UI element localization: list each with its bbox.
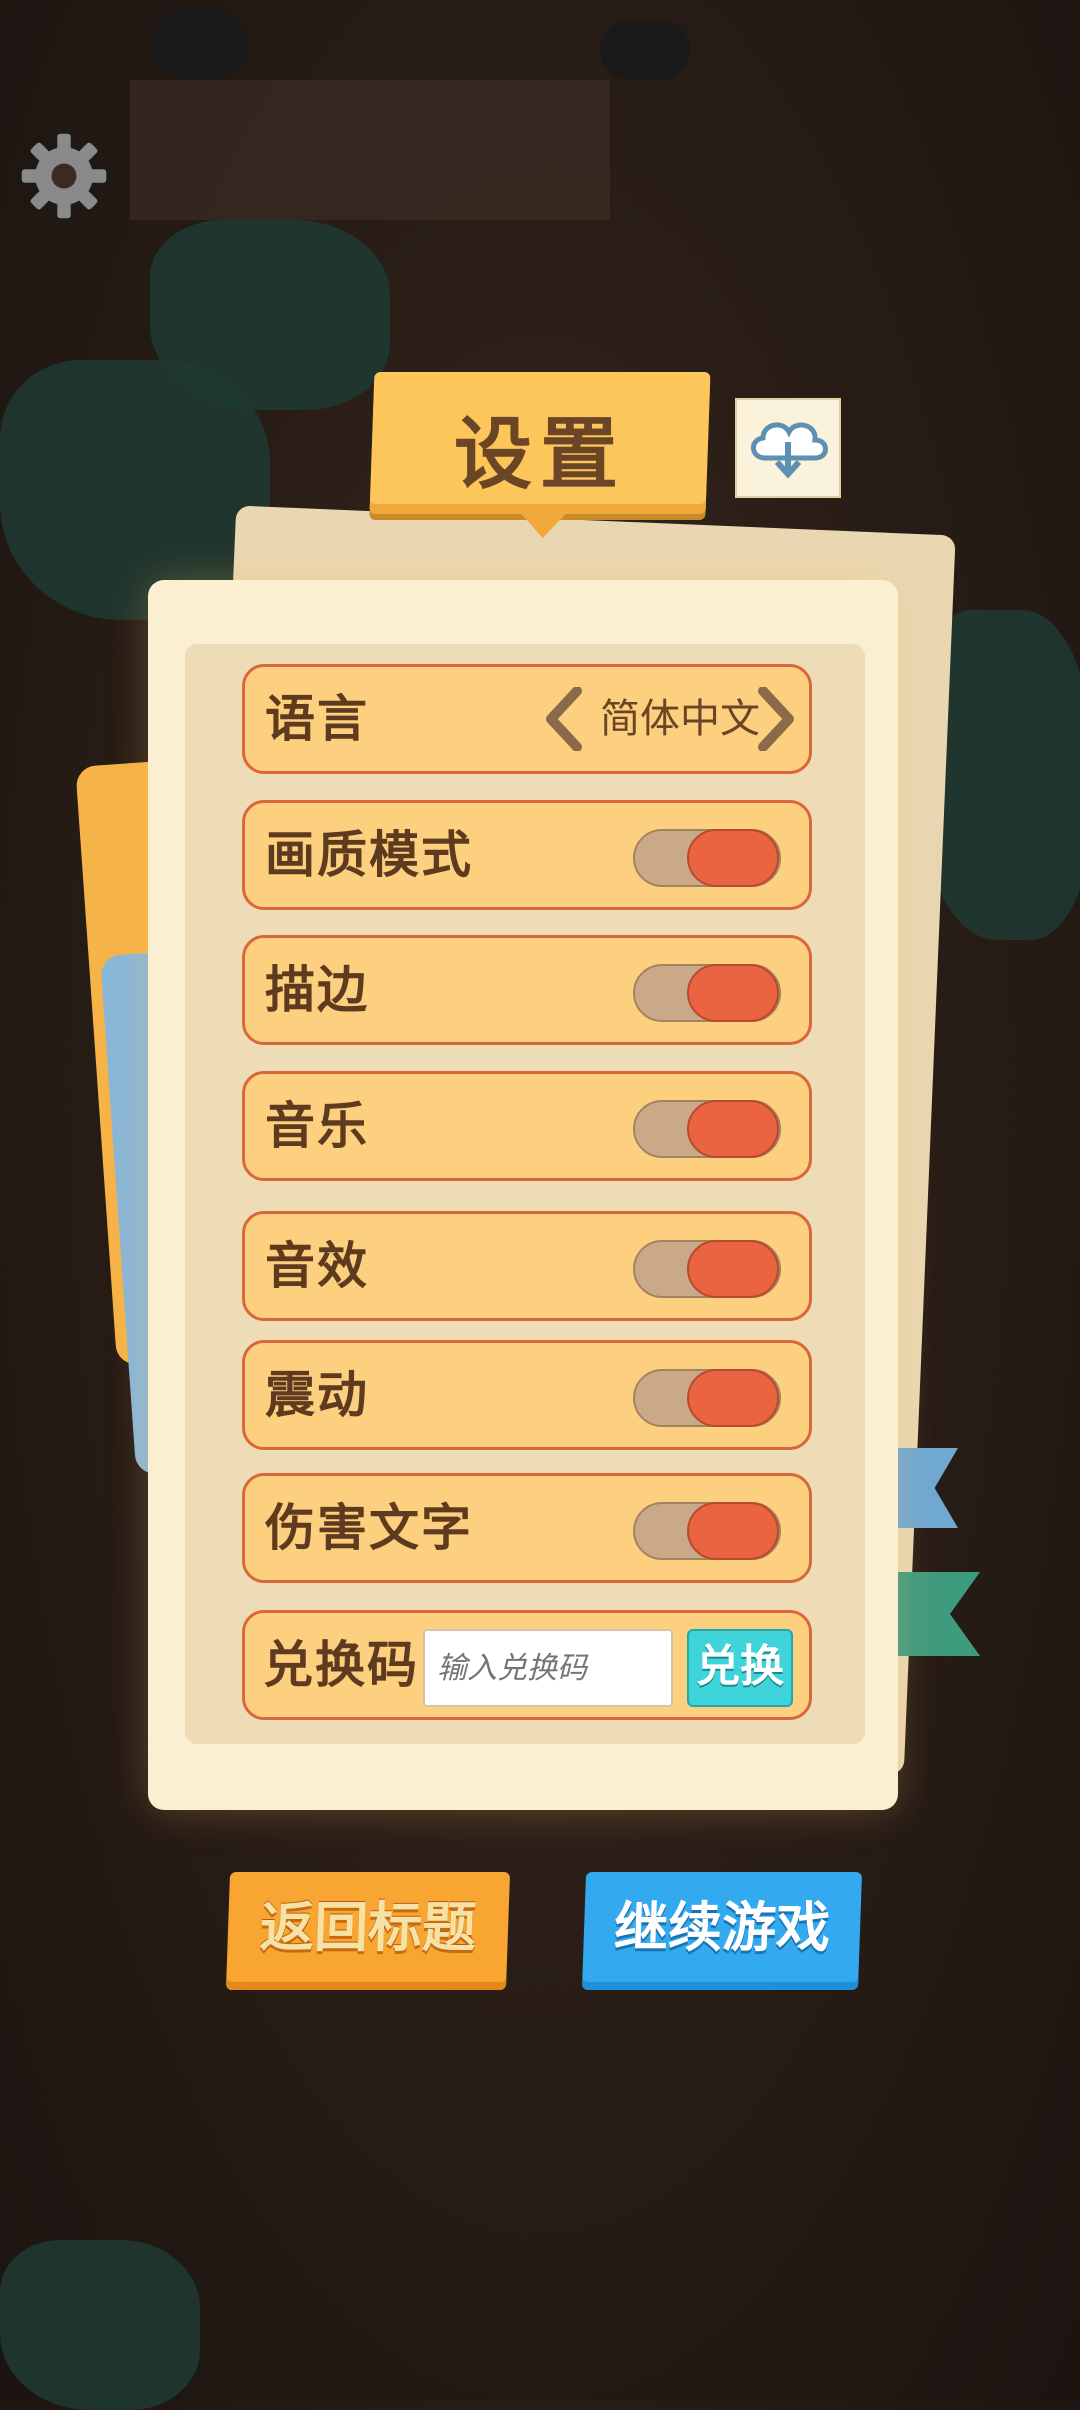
tire-decoration bbox=[600, 20, 690, 80]
sound-effects-label: 音效 bbox=[265, 1237, 369, 1295]
toggle-knob bbox=[687, 1502, 779, 1560]
toggle-knob bbox=[687, 829, 779, 887]
toggle-knob bbox=[687, 1369, 779, 1427]
damage-text-row: 伤害文字 bbox=[242, 1473, 812, 1583]
language-value: 简体中文 bbox=[600, 696, 760, 742]
sound-effects-row: 音效 bbox=[242, 1211, 812, 1321]
vibration-row: 震动 bbox=[242, 1340, 812, 1450]
redeem-button[interactable]: 兑换 bbox=[687, 1629, 793, 1707]
graphics-mode-toggle[interactable] bbox=[633, 829, 781, 887]
damage-text-label: 伤害文字 bbox=[265, 1499, 473, 1557]
toggle-knob bbox=[687, 964, 779, 1022]
graphics-mode-row: 画质模式 bbox=[242, 800, 812, 910]
redeem-code-label: 兑换码 bbox=[263, 1636, 419, 1694]
music-row: 音乐 bbox=[242, 1071, 812, 1181]
settings-gear-button[interactable] bbox=[16, 128, 112, 224]
graphics-mode-label: 画质模式 bbox=[265, 826, 473, 884]
gear-icon bbox=[21, 133, 107, 219]
outline-row: 描边 bbox=[242, 935, 812, 1045]
music-label: 音乐 bbox=[265, 1097, 369, 1155]
return-to-title-button[interactable]: 返回标题 bbox=[225, 1872, 511, 1990]
outline-toggle[interactable] bbox=[633, 964, 781, 1022]
toggle-knob bbox=[687, 1100, 779, 1158]
music-toggle[interactable] bbox=[633, 1100, 781, 1158]
toggle-knob bbox=[687, 1240, 779, 1298]
language-label: 语言 bbox=[265, 690, 369, 748]
redeem-code-row: 兑换码 兑换 bbox=[242, 1610, 812, 1720]
damage-text-toggle[interactable] bbox=[633, 1502, 781, 1560]
cloud-download-icon bbox=[751, 422, 828, 479]
vibration-label: 震动 bbox=[265, 1366, 369, 1424]
cloud-sync-button[interactable] bbox=[735, 398, 841, 498]
road-decoration bbox=[130, 80, 610, 220]
vibration-toggle[interactable] bbox=[633, 1369, 781, 1427]
sound-effects-toggle[interactable] bbox=[633, 1240, 781, 1298]
chevron-left-icon[interactable] bbox=[543, 687, 583, 751]
chevron-right-icon[interactable] bbox=[757, 687, 797, 751]
tire-decoration bbox=[150, 10, 250, 80]
outline-label: 描边 bbox=[265, 961, 369, 1019]
language-row: 语言 简体中文 bbox=[242, 664, 812, 774]
continue-game-button[interactable]: 继续游戏 bbox=[581, 1872, 863, 1990]
page-title: 设置 bbox=[453, 410, 626, 500]
redeem-code-input[interactable] bbox=[423, 1629, 673, 1707]
bush-decoration bbox=[0, 2240, 200, 2410]
